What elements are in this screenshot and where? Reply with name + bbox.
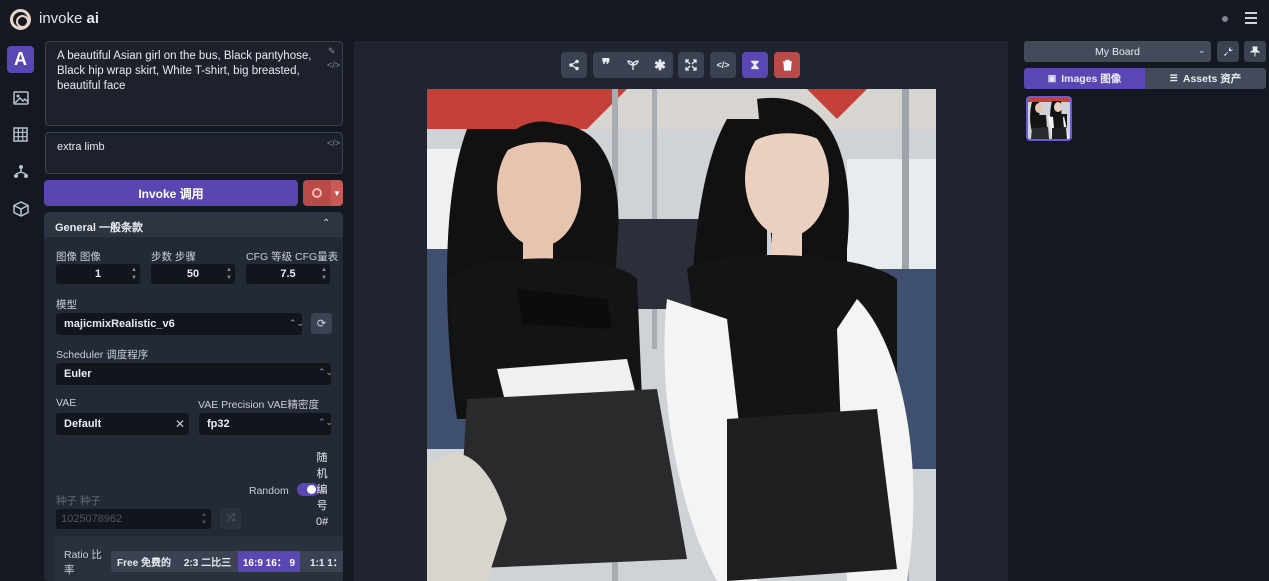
- invoke-logo-icon: [10, 9, 31, 30]
- cancel-icon: [312, 188, 322, 198]
- clear-x-icon[interactable]: ✕: [175, 417, 185, 431]
- select-arrows-icon: ⌃⌄: [289, 318, 305, 328]
- pin-icon[interactable]: [1244, 41, 1266, 62]
- board-select[interactable]: My Board: [1024, 41, 1211, 62]
- steps-input[interactable]: 50: [151, 264, 235, 284]
- code-icon[interactable]: </>: [327, 60, 340, 70]
- code-icon[interactable]: </>: [710, 52, 736, 78]
- generated-image[interactable]: [427, 89, 936, 581]
- chevron-down-icon: ⌄: [1198, 45, 1206, 55]
- select-arrows-icon: ⌃⌄: [318, 367, 334, 377]
- expand-icon[interactable]: [678, 52, 704, 78]
- vae-label: VAE: [56, 397, 77, 409]
- random-number-vertical-label: 随 机 编 号 0#: [316, 452, 329, 528]
- images-count-input[interactable]: 1: [56, 264, 140, 284]
- image-to-image-icon[interactable]: [7, 84, 34, 111]
- model-manager-cube-icon[interactable]: [7, 195, 34, 222]
- trash-icon[interactable]: [774, 52, 800, 78]
- text-to-image-icon[interactable]: A: [7, 46, 34, 73]
- ratio-free-button[interactable]: Free 免费的: [111, 551, 177, 572]
- pin-icon[interactable]: ✎: [328, 46, 336, 57]
- top-header: [0, 0, 1269, 40]
- select-arrows-icon: ⌃⌄: [318, 417, 334, 427]
- gallery-thumbnail[interactable]: [1026, 96, 1072, 141]
- seed-input[interactable]: 1025078962: [56, 509, 211, 529]
- ratio-1-1-button[interactable]: 1:1 1：1: [300, 551, 343, 572]
- hourglass-icon[interactable]: ⧗: [742, 52, 768, 78]
- model-select[interactable]: majicmixRealistic_v6: [56, 313, 302, 335]
- quote-icon[interactable]: ❞: [593, 52, 619, 78]
- stepper-arrows-icon[interactable]: ▲ ▼: [224, 266, 234, 282]
- assets-icon: ☰: [1169, 73, 1178, 83]
- stepper-arrows-icon: ▲ ▼: [201, 512, 207, 526]
- vae-precision-label: VAE Precision VAE精密度: [198, 399, 319, 411]
- tab-images[interactable]: ▣ Images 图像: [1024, 68, 1145, 89]
- scheduler-label: Scheduler 调度程序: [56, 349, 149, 361]
- positive-prompt-textarea[interactable]: A beautiful Asian girl on the bus, Black…: [45, 41, 343, 126]
- stepper-arrows-icon[interactable]: ▲ ▼: [319, 266, 329, 282]
- seed-label: 种子 种子: [56, 495, 101, 507]
- invoke-button[interactable]: Invoke 调用: [44, 180, 298, 206]
- cfg-label: CFG 等级 CFG量表: [246, 251, 339, 263]
- status-dot-icon: [1222, 16, 1228, 22]
- model-label: 模型: [56, 299, 77, 311]
- share-icon[interactable]: [561, 52, 587, 78]
- cancel-dropdown-chevron-icon[interactable]: ▼: [331, 180, 343, 206]
- vae-select[interactable]: Default: [56, 413, 189, 435]
- ratio-16-9-button[interactable]: 16:9 16： 9: [238, 551, 300, 572]
- seedling-icon[interactable]: [620, 52, 646, 78]
- chevron-up-icon[interactable]: ⌃: [322, 218, 330, 229]
- asterisk-icon[interactable]: ✱: [647, 52, 673, 78]
- hamburger-menu-icon[interactable]: [1245, 12, 1257, 26]
- cfg-input[interactable]: 7.5: [246, 264, 330, 284]
- scheduler-select[interactable]: Euler: [56, 363, 331, 385]
- app-logo-text: invoke ai: [39, 10, 100, 27]
- ratio-2-3-button[interactable]: 2:3 二比三: [177, 551, 238, 572]
- random-label: Random: [249, 485, 289, 497]
- images-icon: ▣: [1047, 73, 1057, 83]
- refresh-models-icon[interactable]: ⟳: [311, 313, 332, 334]
- vae-precision-select[interactable]: fp32: [199, 413, 331, 435]
- stepper-arrows-icon[interactable]: ▲ ▼: [129, 266, 139, 282]
- steps-label: 步数 步骤: [151, 251, 196, 263]
- negative-prompt-textarea[interactable]: extra limb: [45, 132, 343, 174]
- wrench-icon[interactable]: [1217, 41, 1239, 62]
- shuffle-seed-icon: ⤨: [220, 508, 241, 529]
- unified-canvas-icon[interactable]: [7, 121, 34, 148]
- cancel-button[interactable]: [303, 180, 331, 206]
- images-label: 图像 图像: [56, 251, 101, 263]
- ratio-label: Ratio 比率: [64, 549, 102, 576]
- code-icon[interactable]: </>: [327, 138, 340, 148]
- nodes-icon[interactable]: [7, 158, 34, 185]
- tab-assets[interactable]: ☰ Assets 资产: [1145, 68, 1266, 89]
- general-panel-title: General 一般条款: [55, 222, 144, 234]
